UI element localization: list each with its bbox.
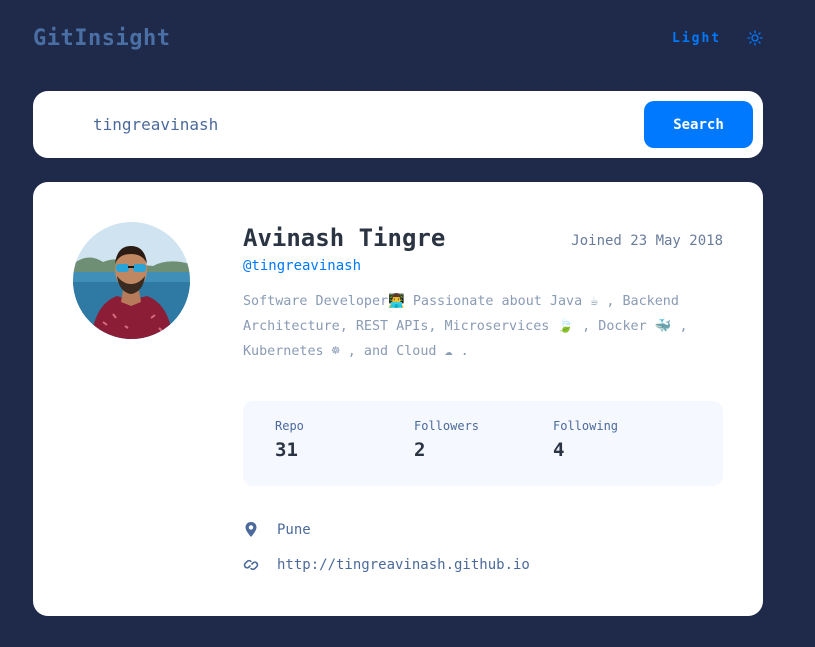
theme-toggle-label[interactable]: Light [672, 31, 721, 46]
location-row: Pune [243, 521, 311, 539]
stat-followers-label: Followers [414, 419, 480, 433]
stat-following-value: 4 [553, 439, 565, 461]
website-link[interactable]: http://tingreavinash.github.io [277, 557, 530, 573]
location-text: Pune [277, 522, 311, 538]
stat-repo: Repo 31 [275, 419, 304, 461]
joined-date: Joined 23 May 2018 [571, 233, 723, 249]
theme-toggle[interactable]: Light [672, 30, 763, 46]
profile-card: Avinash Tingre @tingreavinash Joined 23 … [33, 182, 763, 616]
profile-name: Avinash Tingre [243, 224, 446, 252]
avatar [73, 222, 190, 339]
stat-repo-value: 31 [275, 439, 298, 461]
link-icon [243, 556, 259, 574]
stat-followers: Followers 2 [414, 419, 479, 461]
app-logo: GitInsight [33, 26, 171, 51]
location-pin-icon [243, 521, 259, 539]
stat-repo-label: Repo [275, 419, 304, 433]
stats-panel: Repo 31 Followers 2 Following 4 [243, 401, 723, 486]
stat-followers-value: 2 [414, 439, 426, 461]
profile-username-link[interactable]: @tingreavinash [243, 258, 361, 274]
stat-following-label: Following [553, 419, 619, 433]
stat-following: Following 4 [553, 419, 618, 461]
website-row: http://tingreavinash.github.io [243, 556, 530, 574]
search-input[interactable] [93, 110, 633, 138]
search-button[interactable]: Search [644, 101, 753, 148]
profile-bio: Software Developer👨‍💻 Passionate about J… [243, 294, 688, 359]
sun-icon[interactable] [747, 30, 763, 46]
search-bar: Search [33, 91, 763, 158]
